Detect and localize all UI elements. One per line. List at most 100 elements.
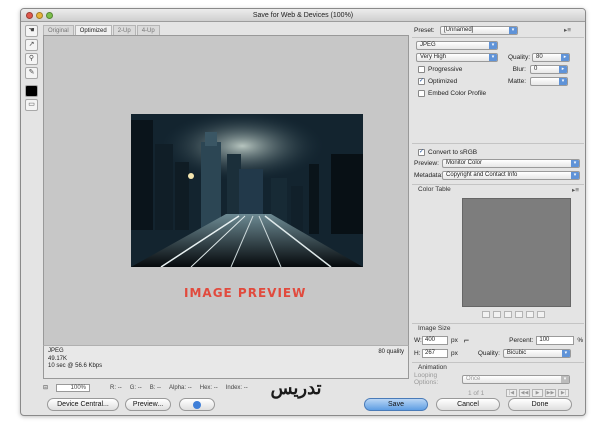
blur-field[interactable]: 0 ▸ [530, 64, 568, 74]
settings-panel: Preset: [Unnamed] ▾ ▸≡ JPEG ▾ Very High ▾ Q… [412, 23, 584, 411]
color-table-menu-icon[interactable]: ▸≡ [572, 186, 579, 194]
zoom-minus-icon[interactable]: ⊟ [43, 384, 48, 391]
animation-label: Animation [418, 364, 447, 371]
status-index: Index: -- [225, 384, 248, 391]
chevron-down-icon: ▾ [571, 171, 579, 179]
lock-color-icon[interactable] [504, 311, 512, 318]
hand-icon[interactable]: ☚ [25, 25, 38, 37]
height-label: H: [414, 349, 421, 357]
image-preview-area[interactable]: IMAGE PREVIEW [43, 35, 409, 365]
optimized-label: Optimized [428, 77, 458, 85]
quality-resample-label: Quality: [477, 349, 500, 357]
blur-label: Blur: [512, 65, 526, 73]
matte-label: Matte: [508, 77, 527, 85]
zoom-window-icon[interactable] [46, 12, 53, 19]
play-icon[interactable]: ▶ [532, 389, 543, 397]
first-frame-icon[interactable]: |◀ [506, 389, 517, 397]
progressive-label: Progressive [428, 65, 463, 73]
chevron-down-icon: ▾ [489, 41, 497, 49]
eyedropper-icon[interactable]: ✎ [25, 67, 38, 79]
resample-select[interactable]: Bicubic ▾ [502, 348, 571, 358]
tab-original[interactable]: Original [43, 25, 74, 35]
optimization-info: JPEG 49.17K 10 sec @ 56.6 Kbps 80 qualit… [43, 345, 409, 379]
tab-4-up[interactable]: 4-Up [136, 25, 160, 35]
tool-strip: ☚ ↗ ⚲ ✎ ▭ [23, 24, 40, 124]
chevron-down-icon: ▾ [489, 53, 497, 61]
slice-select-icon[interactable]: ↗ [25, 39, 38, 51]
quality-field[interactable]: 80 ▸ [532, 52, 570, 62]
chevron-down-icon: ▾ [571, 159, 579, 167]
compression-select[interactable]: Very High ▾ [416, 52, 498, 62]
previous-frame-icon[interactable]: ◀◀ [519, 389, 530, 397]
status-bar: ⊟ 100% R: -- G: -- B: -- Alpha: -- Hex: … [43, 383, 409, 392]
status-g: G: -- [129, 384, 142, 391]
quality-label: Quality: [508, 53, 531, 61]
metadata-select[interactable]: Copyright and Contact Info ▾ [442, 170, 580, 180]
height-field[interactable]: 267 [422, 348, 448, 358]
minimize-window-icon[interactable] [36, 12, 43, 19]
preview-button[interactable]: Preview... [125, 398, 171, 411]
width-field[interactable]: 400 [422, 335, 448, 345]
width-unit: px [451, 336, 458, 344]
preview-color-select[interactable]: Monitor Color ▾ [442, 158, 580, 168]
height-unit: px [451, 349, 458, 357]
watermark-text: تدریس [270, 378, 322, 399]
color-swatch-icon[interactable] [25, 85, 38, 97]
view-tabs: Original Optimized 2-Up 4-Up [43, 25, 161, 35]
map-color-icon[interactable] [482, 311, 490, 318]
chevron-right-icon: ▸ [559, 65, 567, 73]
info-format: JPEG [48, 348, 64, 354]
frame-counter: 1 of 1 [468, 390, 485, 397]
embed-profile-checkbox[interactable] [418, 89, 425, 97]
browser-icon [193, 401, 201, 409]
web-shift-icon[interactable] [493, 311, 501, 318]
status-r: R: -- [110, 384, 122, 391]
embed-profile-label: Embed Color Profile [428, 89, 487, 97]
toggle-slices-icon[interactable]: ▭ [25, 99, 38, 111]
city-skyline-image [131, 114, 363, 267]
width-label: W: [414, 336, 422, 344]
close-window-icon[interactable] [26, 12, 33, 19]
chevron-down-icon: ▾ [561, 375, 569, 383]
chevron-right-icon: ▸ [561, 53, 569, 61]
image-size-label: Image Size [418, 325, 451, 332]
color-table-buttons [482, 311, 548, 318]
new-color-icon[interactable] [515, 311, 523, 318]
link-proportions-icon[interactable]: ⌐ [464, 335, 469, 345]
zoom-icon[interactable]: ⚲ [25, 53, 38, 65]
next-frame-icon[interactable]: ▶▶ [545, 389, 556, 397]
convert-srgb-checkbox[interactable]: ✓ [418, 148, 425, 156]
device-central-button[interactable]: Device Central... [47, 398, 119, 411]
panel-menu-icon[interactable]: ▸≡ [564, 26, 571, 34]
title-bar: Save for Web & Devices (100%) [21, 9, 585, 22]
convert-srgb-label: Convert to sRGB [428, 148, 478, 156]
percent-label: Percent: [509, 336, 534, 344]
percent-field[interactable]: 100 [536, 335, 575, 345]
save-for-web-dialog: Save for Web & Devices (100%) ☚ ↗ ⚲ ✎ ▭ … [20, 8, 586, 416]
metadata-label: Metadata: [414, 171, 443, 179]
color-table[interactable] [462, 198, 571, 307]
delete-color-icon[interactable] [537, 311, 545, 318]
chevron-down-icon: ▾ [509, 26, 517, 34]
browser-select[interactable] [179, 398, 215, 411]
tab-2-up[interactable]: 2-Up [112, 25, 136, 35]
status-alpha: Alpha: -- [169, 384, 192, 391]
preset-label: Preset: [414, 26, 435, 34]
matte-select[interactable]: ▾ [530, 76, 568, 86]
looping-label: Looping Options: [414, 372, 439, 386]
last-frame-icon[interactable]: ▶| [558, 389, 569, 397]
format-select[interactable]: JPEG ▾ [416, 40, 498, 50]
trash-icon[interactable] [526, 311, 534, 318]
zoom-level-field[interactable]: 100% [56, 383, 91, 392]
tab-optimized[interactable]: Optimized [74, 25, 112, 35]
chevron-down-icon: ▾ [559, 77, 567, 85]
looping-select[interactable]: Once ▾ [462, 374, 570, 384]
city-night-photo [131, 114, 363, 267]
animation-controls: |◀ ◀◀ ▶ ▶▶ ▶| [506, 389, 571, 397]
optimized-checkbox[interactable]: ✓ [418, 77, 425, 85]
window-title: Save for Web & Devices (100%) [252, 12, 354, 19]
preset-select[interactable]: [Unnamed] ▾ [440, 25, 518, 35]
info-download-time: 10 sec @ 56.6 Kbps [48, 363, 103, 369]
info-file-size: 49.17K [48, 355, 68, 362]
progressive-checkbox[interactable] [418, 65, 425, 73]
